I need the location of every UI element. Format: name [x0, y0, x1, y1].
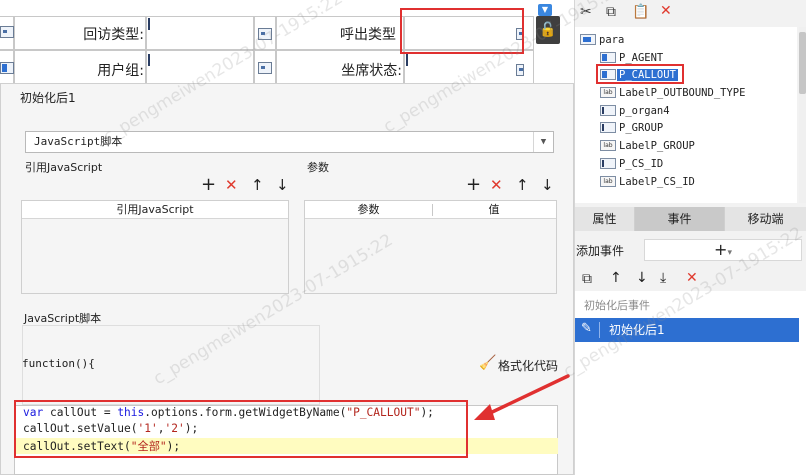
delete-icon[interactable]: ✕: [660, 3, 672, 19]
chevron-down-icon[interactable]: ▼: [533, 132, 553, 152]
widget-icon: [258, 62, 272, 74]
tree-item-label-outbound-type[interactable]: LabelP_OUTBOUND_TYPE: [619, 87, 745, 99]
field-label-user-group: 用户组:: [97, 63, 144, 79]
param-section-label: 参数: [307, 161, 329, 174]
highlight-box-code: [14, 400, 468, 458]
dialog-title: 初始化后1: [20, 91, 76, 105]
move-up-icon[interactable]: ↑: [610, 270, 622, 286]
delete-icon[interactable]: ✕: [686, 270, 698, 286]
tree-root-para[interactable]: para: [599, 34, 624, 46]
dropdown-widget-icon: [0, 62, 14, 74]
add-icon[interactable]: +: [201, 176, 216, 194]
tab-events[interactable]: 事件: [635, 207, 725, 231]
pencil-icon[interactable]: ✎: [581, 321, 592, 336]
tree-item-p-agent[interactable]: P_AGENT: [619, 52, 663, 64]
event-item-label: 初始化后1: [609, 323, 665, 337]
highlight-box-callout-widget: [400, 8, 524, 54]
event-item-after-init-1[interactable]: ✎ 初始化后1: [575, 318, 799, 342]
add-icon: +: [714, 240, 728, 259]
move-up-icon[interactable]: ↑: [516, 177, 529, 193]
ref-js-table[interactable]: 引用JavaScript: [21, 200, 289, 294]
delete-icon[interactable]: ✕: [225, 177, 238, 193]
property-tabs: 属性 事件 移动端: [575, 207, 806, 231]
tree-item-p-organ4[interactable]: p_organ4: [619, 105, 670, 117]
lock-icon[interactable]: 🔓: [536, 16, 560, 44]
add-event-button[interactable]: +▾: [644, 239, 802, 261]
delete-icon[interactable]: ✕: [490, 177, 503, 193]
move-bottom-icon[interactable]: ⤓: [660, 270, 666, 286]
highlight-box-tree-item: [596, 64, 684, 84]
tree-item-label-p-cs-id[interactable]: LabelP_CS_ID: [619, 176, 695, 188]
form-root-icon: [580, 34, 596, 45]
label-widget-icon: lab: [600, 87, 616, 98]
tab-properties[interactable]: 属性: [575, 207, 635, 231]
copy-icon[interactable]: ⧉: [606, 4, 616, 20]
text-cursor-marker: [148, 18, 150, 30]
move-down-icon[interactable]: ↓: [541, 177, 554, 193]
move-up-icon[interactable]: ↑: [251, 177, 264, 193]
add-event-label: 添加事件: [576, 244, 625, 258]
cut-icon[interactable]: ✂: [580, 4, 592, 20]
text-widget-icon: [600, 158, 616, 169]
widget-icon: [258, 28, 272, 40]
format-code-button[interactable]: 格式化代码: [498, 357, 558, 374]
user-group-widget[interactable]: [146, 50, 254, 86]
field-label-agent-status: 坐席状态:: [341, 63, 402, 79]
move-down-icon[interactable]: ↓: [636, 270, 648, 286]
tree-item-p-cs-id[interactable]: P_CS_ID: [619, 158, 663, 170]
param-col-header-name: 参数: [357, 203, 380, 216]
text-widget-icon: [600, 122, 616, 133]
add-icon[interactable]: +: [466, 176, 481, 194]
tab-mobile[interactable]: 移动端: [725, 207, 806, 231]
tree-scrollbar-thumb[interactable]: [799, 32, 806, 94]
broom-icon[interactable]: 🧹: [479, 355, 496, 371]
function-header: function(){: [22, 357, 95, 370]
paste-icon[interactable]: 📋: [632, 4, 649, 20]
label-widget-icon: lab: [600, 176, 616, 187]
text-cursor-marker: [406, 54, 408, 66]
tree-item-label-p-group[interactable]: LabelP_GROUP: [619, 140, 695, 152]
field-label-visit-type: 回访类型:: [83, 27, 144, 43]
tree-item-p-group[interactable]: P_GROUP: [619, 122, 663, 134]
divider: [599, 322, 600, 338]
agent-status-widget[interactable]: [404, 50, 534, 86]
js-script-section-label: JavaScript脚本: [24, 312, 102, 325]
param-table-header: 参数 值: [305, 201, 556, 219]
script-type-select[interactable]: JavaScript脚本 ▼: [25, 131, 554, 153]
chevron-down-icon: ▾: [727, 248, 732, 258]
script-type-value: JavaScript脚本: [34, 135, 123, 148]
date-widget-icon: [0, 26, 14, 38]
visit-type-widget[interactable]: [146, 16, 254, 50]
move-down-icon[interactable]: ↓: [276, 177, 289, 193]
widget-icon: [516, 64, 524, 76]
label-widget-icon: lab: [600, 140, 616, 151]
param-table[interactable]: 参数 值: [304, 200, 557, 294]
ref-js-section-label: 引用JavaScript: [25, 161, 103, 174]
chevron-down-icon[interactable]: ▼: [538, 4, 552, 16]
dropdown-widget-icon: [600, 52, 616, 63]
text-widget-icon: [600, 105, 616, 116]
ref-js-table-header: 引用JavaScript: [22, 201, 288, 219]
copy-icon[interactable]: ⧉: [582, 271, 592, 287]
event-group-after-init: 初始化后事件: [584, 299, 650, 312]
field-label-callout-type: 呼出类型: [340, 27, 396, 43]
text-cursor-marker: [148, 54, 150, 66]
param-col-header-value: 值: [488, 203, 500, 216]
